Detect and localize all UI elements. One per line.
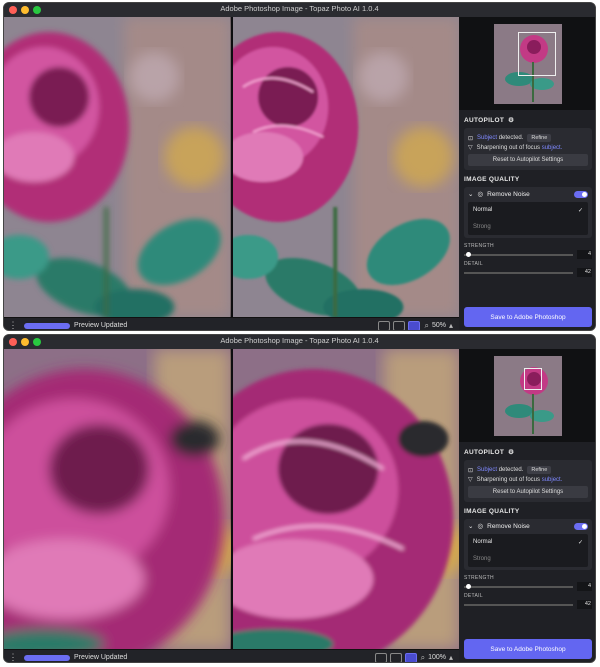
processed-preview[interactable] xyxy=(232,349,459,649)
zoom-control[interactable]: ⌕ 50% ▴ xyxy=(424,321,453,331)
chevron-up-icon[interactable]: ▴ xyxy=(449,321,453,330)
zoom-level: 100% xyxy=(428,654,446,661)
status-bar: ⋮ Preview Updated ⌕ 50% ▴ xyxy=(4,317,459,331)
strength-value[interactable]: 4 xyxy=(577,582,592,591)
chevron-down-icon[interactable]: ⌄ xyxy=(468,190,473,198)
original-preview[interactable] xyxy=(4,17,231,317)
subject-detect-icon: ⊡ xyxy=(468,135,474,142)
remove-noise-toggle[interactable] xyxy=(574,522,588,530)
side-by-side-view-icon[interactable] xyxy=(408,320,421,330)
sharpen-icon: ▽ xyxy=(468,477,473,483)
navigator-thumbnail[interactable] xyxy=(494,355,562,436)
title-bar: Adobe Photoshop Image - Topaz Photo AI 1… xyxy=(4,335,595,350)
window-title: Adobe Photoshop Image - Topaz Photo AI 1… xyxy=(220,336,379,345)
detail-slider[interactable] xyxy=(464,603,573,606)
remove-noise-card: ⌄ ◎ Remove Noise Normal ✓ Strong xyxy=(464,187,592,238)
side-panel: AUTOPILOT ⚙ ⊡ Subject detected. Refine ▽… xyxy=(459,17,595,330)
remove-noise-icon: ◎ xyxy=(477,191,484,198)
save-to-photoshop-button[interactable]: Save to Adobe Photoshop xyxy=(464,307,592,327)
subject-link[interactable]: Subject xyxy=(477,135,497,141)
status-bar: ⋮ Preview Updated ⌕ 100% ▴ xyxy=(4,649,459,663)
chevron-up-icon[interactable]: ▴ xyxy=(449,653,453,662)
zoom-control[interactable]: ⌕ 100% ▴ xyxy=(421,653,453,663)
navigator[interactable] xyxy=(459,349,595,442)
checkmark-icon: ✓ xyxy=(577,208,583,214)
autopilot-header: AUTOPILOT ⚙ xyxy=(464,448,515,457)
remove-noise-label: Remove Noise xyxy=(487,522,530,530)
reset-autopilot-button[interactable]: Reset to Autopilot Settings xyxy=(468,154,588,166)
save-to-photoshop-button[interactable]: Save to Adobe Photoshop xyxy=(464,639,592,659)
navigator-thumbnail[interactable] xyxy=(494,23,562,104)
remove-noise-icon: ◎ xyxy=(477,523,484,530)
vertical-dots-icon[interactable]: ⋮ xyxy=(8,320,18,330)
autopilot-header: AUTOPILOT ⚙ xyxy=(464,116,515,125)
navigator[interactable] xyxy=(459,17,595,110)
progress-bar xyxy=(24,322,70,329)
detail-value[interactable]: 42 xyxy=(577,600,592,609)
subject-link-2[interactable]: subject. xyxy=(542,145,563,151)
zoom-level: 50% xyxy=(431,322,446,329)
split-view-icon[interactable] xyxy=(389,652,402,662)
chevron-down-icon[interactable]: ⌄ xyxy=(468,522,473,530)
status-text: Preview Updated xyxy=(74,654,128,661)
gear-icon[interactable]: ⚙ xyxy=(508,116,514,124)
navigator-viewport[interactable] xyxy=(524,367,542,390)
autopilot-box: ⊡ Subject detected. Refine ▽ Sharpening … xyxy=(464,460,592,502)
split-view-icon[interactable] xyxy=(393,320,406,330)
strength-slider[interactable] xyxy=(464,251,573,257)
image-quality-header: IMAGE QUALITY xyxy=(464,508,520,515)
magnifier-icon: ⌕ xyxy=(424,320,429,330)
single-view-icon[interactable] xyxy=(374,652,387,662)
single-view-icon[interactable] xyxy=(378,320,391,330)
checkmark-icon: ✓ xyxy=(577,540,583,546)
detail-value[interactable]: 42 xyxy=(577,268,592,277)
subject-link-2[interactable]: subject. xyxy=(542,477,563,483)
noise-mode-list: Normal ✓ Strong xyxy=(468,534,588,567)
strength-knob[interactable] xyxy=(466,583,471,589)
subject-link[interactable]: Subject xyxy=(477,467,497,473)
detail-label: DETAIL xyxy=(464,261,483,267)
navigator-viewport[interactable] xyxy=(518,31,556,76)
mode-normal[interactable]: Normal ✓ xyxy=(468,202,588,219)
window-title: Adobe Photoshop Image - Topaz Photo AI 1… xyxy=(220,4,379,13)
mode-strong[interactable]: Strong xyxy=(468,551,588,567)
app-window-top: Adobe Photoshop Image - Topaz Photo AI 1… xyxy=(3,2,596,331)
vertical-dots-icon[interactable]: ⋮ xyxy=(8,652,18,662)
remove-noise-toggle[interactable] xyxy=(574,190,588,198)
subject-detect-icon: ⊡ xyxy=(468,467,474,474)
refine-button[interactable]: Refine xyxy=(527,134,552,142)
image-viewer[interactable] xyxy=(4,349,459,649)
title-bar: Adobe Photoshop Image - Topaz Photo AI 1… xyxy=(4,3,595,18)
side-by-side-view-icon[interactable] xyxy=(404,652,417,662)
strength-label: STRENGTH xyxy=(464,243,494,249)
detail-label: DETAIL xyxy=(464,593,483,599)
app-window-bottom: Adobe Photoshop Image - Topaz Photo AI 1… xyxy=(3,334,596,663)
remove-noise-label: Remove Noise xyxy=(487,190,530,198)
strength-label: STRENGTH xyxy=(464,575,494,581)
detail-slider[interactable] xyxy=(464,271,573,274)
mode-strong[interactable]: Strong xyxy=(468,219,588,235)
magnifier-icon: ⌕ xyxy=(420,652,426,662)
gear-icon[interactable]: ⚙ xyxy=(508,448,514,456)
original-preview[interactable] xyxy=(4,349,231,649)
strength-slider[interactable] xyxy=(464,583,573,589)
progress-bar xyxy=(24,654,70,661)
reset-autopilot-button[interactable]: Reset to Autopilot Settings xyxy=(468,486,588,498)
autopilot-box: ⊡ Subject detected. Refine ▽ Sharpening … xyxy=(464,128,592,170)
sharpen-icon: ▽ xyxy=(468,145,473,151)
image-quality-header: IMAGE QUALITY xyxy=(464,176,520,183)
noise-mode-list: Normal ✓ Strong xyxy=(468,202,588,235)
strength-knob[interactable] xyxy=(466,251,471,257)
status-text: Preview Updated xyxy=(74,322,128,329)
mode-normal[interactable]: Normal ✓ xyxy=(468,534,588,551)
strength-value[interactable]: 4 xyxy=(577,250,592,259)
refine-button[interactable]: Refine xyxy=(527,466,552,474)
image-viewer[interactable] xyxy=(4,17,459,317)
processed-preview[interactable] xyxy=(232,17,459,317)
remove-noise-card: ⌄ ◎ Remove Noise Normal ✓ Strong xyxy=(464,519,592,570)
side-panel: AUTOPILOT ⚙ ⊡ Subject detected. Refine ▽… xyxy=(459,349,595,662)
